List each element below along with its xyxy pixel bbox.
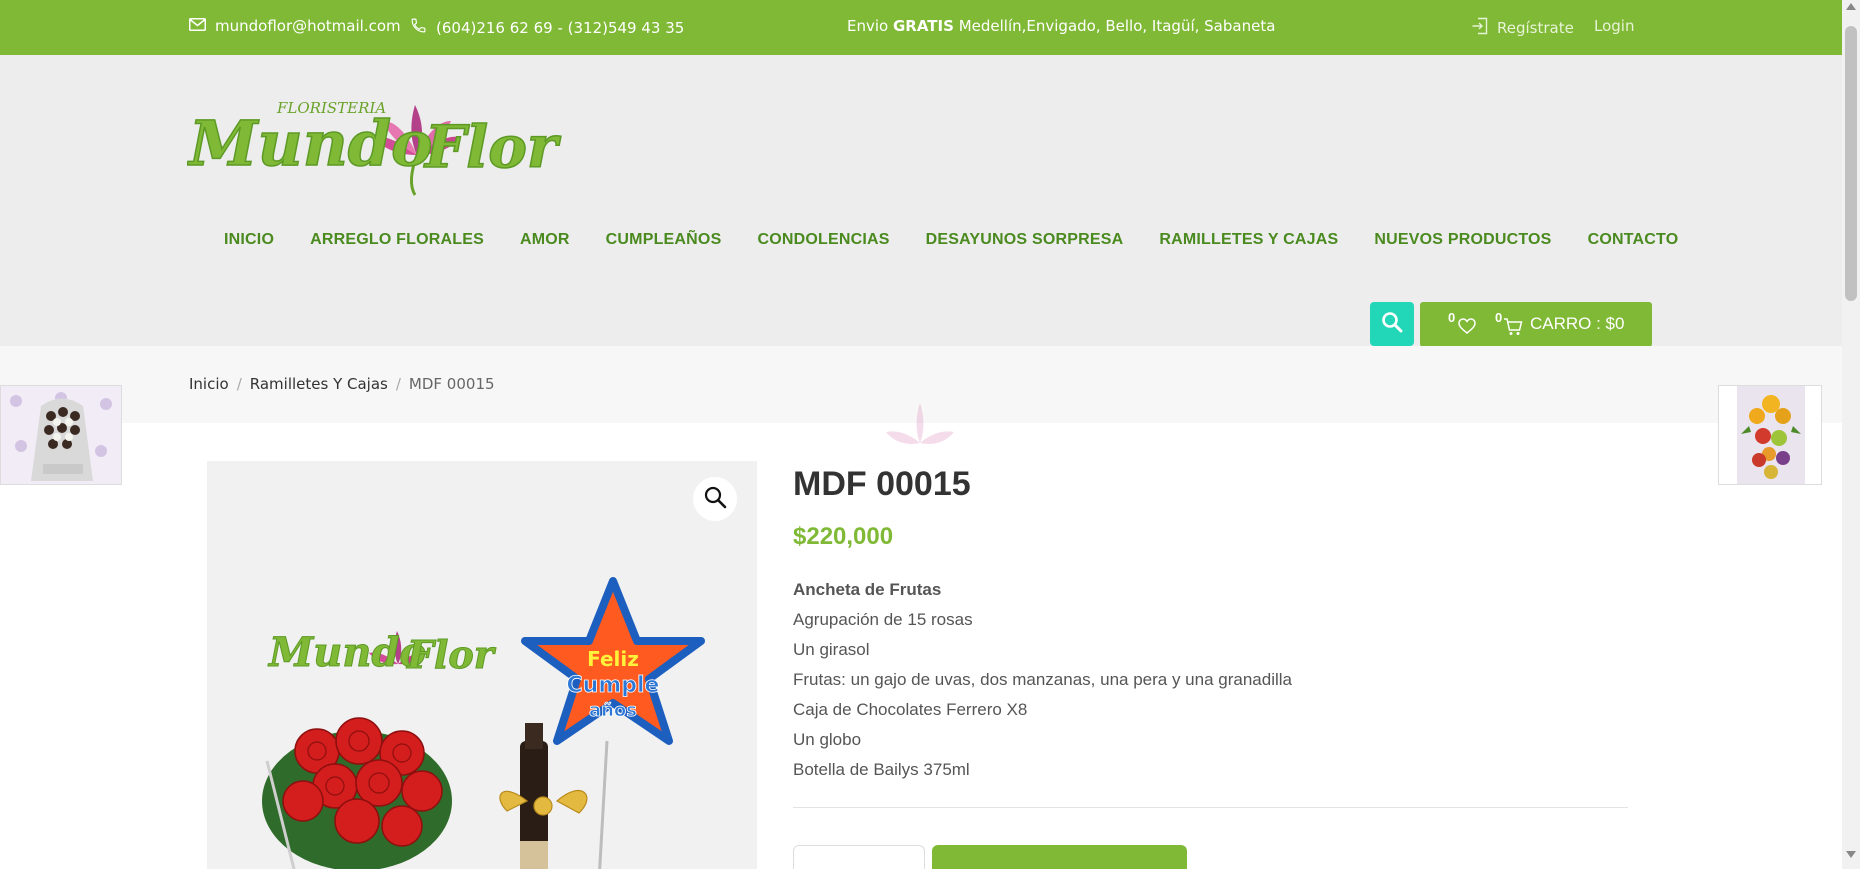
product-title: MDF 00015 [793,465,971,503]
shipping-promo: Envio GRATIS Medellín,Envigado, Bello, I… [847,17,1275,35]
site-header: FLORISTERIA Mundo Flor INICIO ARREGLO FL… [0,55,1842,347]
breadcrumb-category[interactable]: Ramilletes Y Cajas [250,375,388,393]
svg-text:Cumple: Cumple [567,673,660,698]
login-link[interactable]: Login [1594,17,1634,35]
nav-item-contacto[interactable]: CONTACTO [1588,231,1679,249]
heart-icon [1458,318,1476,339]
page: mundoflor@hotmail.com (604)216 62 69 - (… [0,0,1860,869]
svg-text:Flor: Flor [406,632,497,677]
magnifier-icon [703,485,727,513]
watermark-flower [886,403,954,444]
svg-text:Feliz: Feliz [587,647,639,671]
logo[interactable]: FLORISTERIA Mundo Flor [187,85,577,200]
nav-item-amor[interactable]: AMOR [520,231,570,249]
divider [793,807,1628,808]
contact-email[interactable]: mundoflor@hotmail.com [189,17,401,35]
breadcrumb-separator: / [236,375,242,393]
svg-text:años: años [589,700,637,721]
phone-icon [410,17,427,38]
main-nav: INICIO ARREGLO FLORALES AMOR CUMPLEAÑOS … [224,231,1714,249]
breadcrumb-current: MDF 00015 [408,375,495,393]
next-product-thumbnail[interactable] [1718,385,1822,485]
search-icon [1381,311,1403,337]
top-bar: mundoflor@hotmail.com (604)216 62 69 - (… [0,0,1842,55]
search-button[interactable] [1370,302,1414,346]
nav-item-inicio[interactable]: INICIO [224,231,274,249]
scroll-thumb[interactable] [1845,26,1857,301]
promo-bold: GRATIS [892,17,954,35]
quantity-input[interactable] [793,845,925,869]
previous-product-thumbnail[interactable] [0,385,122,485]
zoom-button[interactable] [693,477,737,521]
logo-main-text-2: Flor [423,113,562,181]
cart-label: CARRO : $0 [1530,314,1625,333]
login-arrow-icon [1471,17,1489,39]
description-line: Un globo [793,730,862,749]
description-line: Botella de Bailys 375ml [793,760,970,779]
product-price: $220,000 [793,523,894,550]
phone-text: (604)216 62 69 - (312)549 43 35 [436,18,685,37]
scrollbar[interactable] [1842,0,1860,869]
nav-item-condolencias[interactable]: CONDOLENCIAS [757,231,889,249]
contact-phone[interactable]: (604)216 62 69 - (312)549 43 35 [410,17,684,38]
email-text: mundoflor@hotmail.com [215,17,401,35]
product-description: Ancheta de Frutas Agrupación de 15 rosas… [793,575,1292,785]
add-to-cart-button[interactable] [932,845,1187,869]
description-line: Agrupación de 15 rosas [793,610,973,629]
register-label: Regístrate [1497,19,1574,37]
breadcrumb-separator: / [395,375,401,393]
promo-suffix: Medellín,Envigado, Bello, Itagüí, Sabane… [953,17,1276,35]
envelope-icon [189,17,206,35]
description-heading: Ancheta de Frutas [793,580,942,599]
scroll-down-arrow-icon[interactable] [1846,851,1856,858]
wishlist-count: 0 [1448,310,1456,325]
register-link[interactable]: Regístrate [1471,17,1574,39]
description-line: Caja de Chocolates Ferrero X8 [793,700,1028,719]
logo-main-text: Mundo [187,107,433,180]
nav-item-ramilletes-y-cajas[interactable]: RAMILLETES Y CAJAS [1159,231,1338,249]
svg-text:Mundo: Mundo [267,629,426,676]
breadcrumb-home[interactable]: Inicio [189,375,229,393]
nav-item-nuevos-productos[interactable]: NUEVOS PRODUCTOS [1374,231,1551,249]
cart-icon [1503,318,1523,341]
nav-item-cumpleanos[interactable]: CUMPLEAÑOS [606,231,722,249]
nav-item-desayunos-sorpresa[interactable]: DESAYUNOS SORPRESA [926,231,1124,249]
nav-item-arreglo-florales[interactable]: ARREGLO FLORALES [310,231,484,249]
product-image[interactable]: Mundo Flor Feliz Cumple años [207,461,757,869]
description-line: Frutas: un gajo de uvas, dos manzanas, u… [793,670,1292,689]
cart-count: 0 [1495,310,1503,325]
breadcrumb: Inicio / Ramilletes Y Cajas / MDF 00015 [189,375,495,393]
promo-prefix: Envio [847,17,893,35]
cart-button[interactable]: 0 0 CARRO : $0 [1420,302,1652,347]
scroll-up-arrow-icon[interactable] [1846,3,1856,10]
description-line: Un girasol [793,640,870,659]
